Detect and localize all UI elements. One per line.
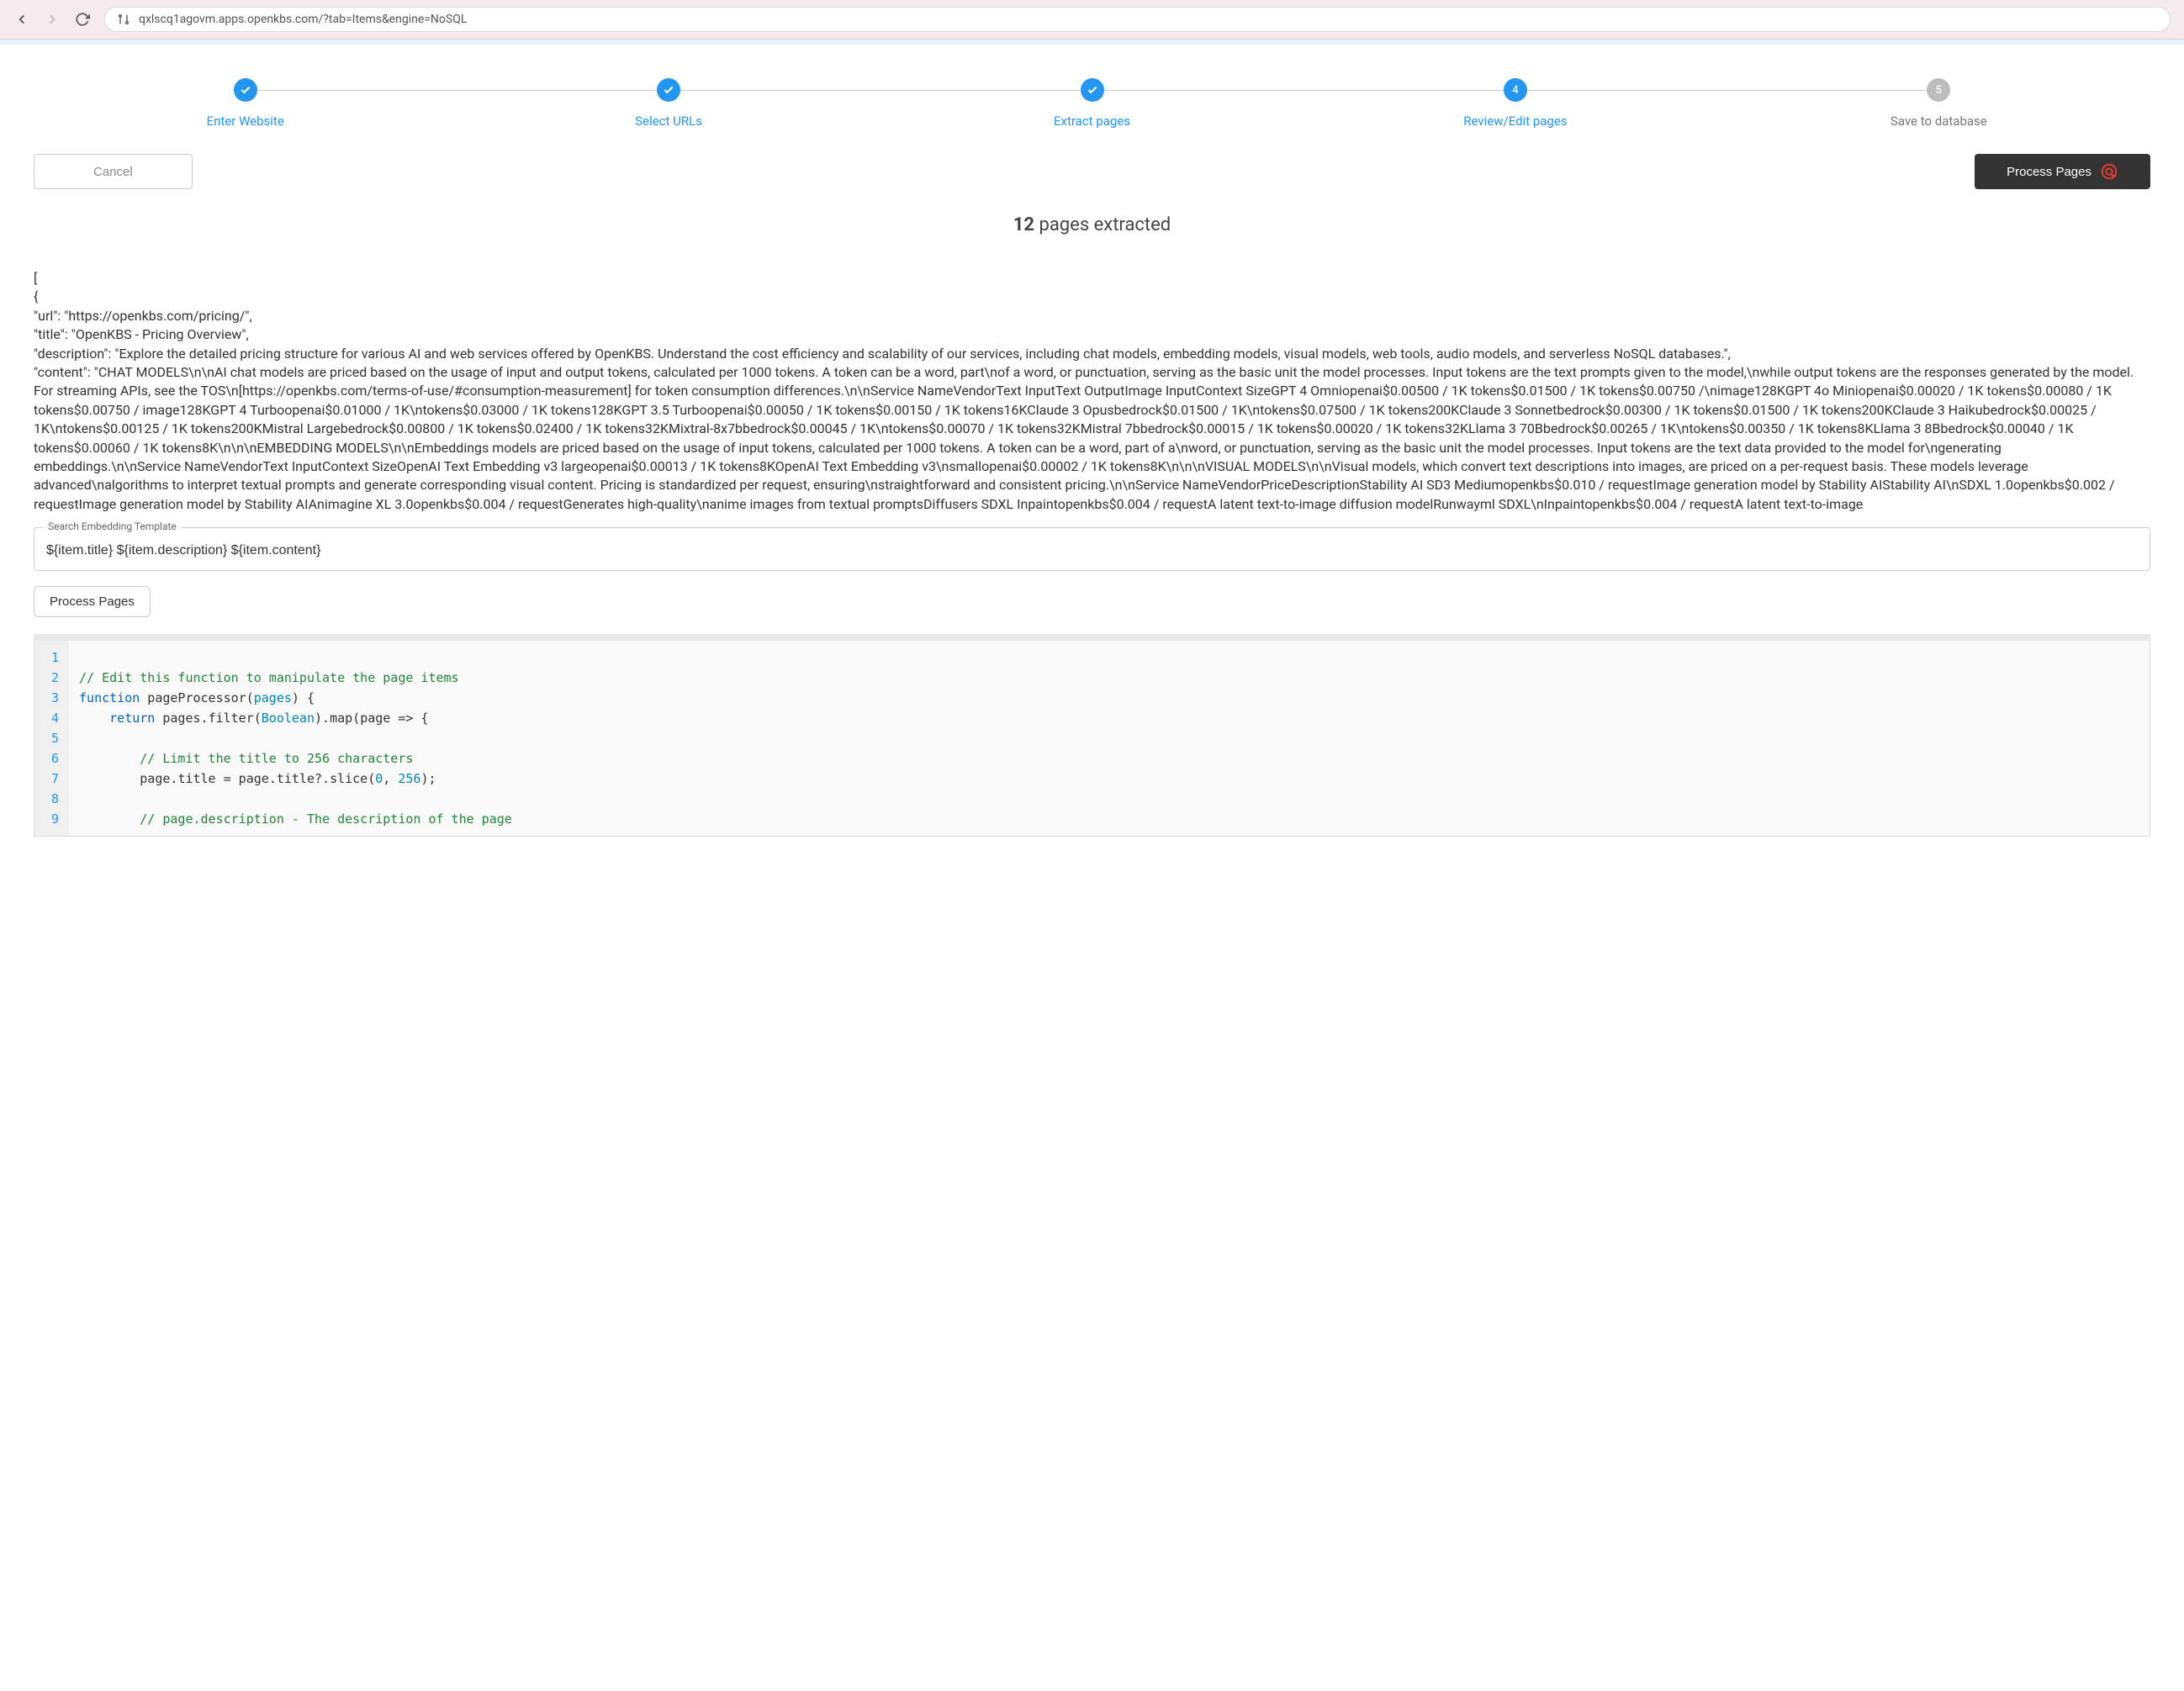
- process-pages-label: Process Pages: [2007, 165, 2091, 179]
- step-circle: 4: [1504, 78, 1527, 102]
- code-editor[interactable]: 123456789 // Edit this function to manip…: [34, 634, 2150, 837]
- step-label: Extract pages: [1054, 114, 1130, 129]
- target-cursor-icon: [2100, 162, 2118, 181]
- url-text: qxlscq1agovm.apps.openkbs.com/?tab=Items…: [139, 13, 467, 26]
- step-circle: [1081, 78, 1104, 102]
- step-label: Select URLs: [635, 114, 702, 129]
- step-0: Enter Website: [34, 78, 457, 129]
- embedding-template-field: Search Embedding Template: [34, 527, 2150, 571]
- browser-toolbar: qxlscq1agovm.apps.openkbs.com/?tab=Items…: [0, 0, 2184, 40]
- back-button[interactable]: [13, 11, 30, 28]
- step-label: Review/Edit pages: [1463, 114, 1567, 129]
- step-1: Select URLs: [457, 78, 880, 129]
- step-2: Extract pages: [880, 78, 1304, 129]
- code-body[interactable]: // Edit this function to manipulate the …: [69, 641, 2150, 836]
- embedding-template-legend: Search Embedding Template: [43, 521, 182, 532]
- step-3: 4 Review/Edit pages: [1304, 78, 1727, 129]
- reload-button[interactable]: [74, 11, 91, 28]
- process-pages-button-top[interactable]: Process Pages: [1975, 154, 2150, 189]
- step-circle: 5: [1927, 78, 1950, 102]
- step-label: Save to database: [1891, 114, 1987, 129]
- forward-button[interactable]: [44, 11, 61, 28]
- step-indicator: Enter Website Select URLs Extract pages 4 Re…: [34, 78, 2150, 129]
- extracted-json-preview: [ { "url": "https://openkbs.com/pricing/…: [34, 269, 2150, 514]
- embedding-template-input[interactable]: [46, 543, 2138, 558]
- step-circle: [657, 78, 680, 102]
- site-settings-icon[interactable]: [117, 13, 130, 26]
- step-4: 5 Save to database: [1727, 78, 2150, 129]
- code-gutter: 123456789: [34, 641, 69, 836]
- process-pages-button-bottom[interactable]: Process Pages: [34, 586, 151, 617]
- pages-extracted-heading: 12 pages extracted: [34, 214, 2150, 235]
- step-label: Enter Website: [207, 114, 284, 129]
- pages-text: pages extracted: [1034, 214, 1171, 235]
- cancel-button[interactable]: Cancel: [34, 154, 193, 189]
- pages-count: 12: [1013, 214, 1034, 235]
- url-bar[interactable]: qxlscq1agovm.apps.openkbs.com/?tab=Items…: [104, 7, 2171, 32]
- step-circle: [234, 78, 257, 102]
